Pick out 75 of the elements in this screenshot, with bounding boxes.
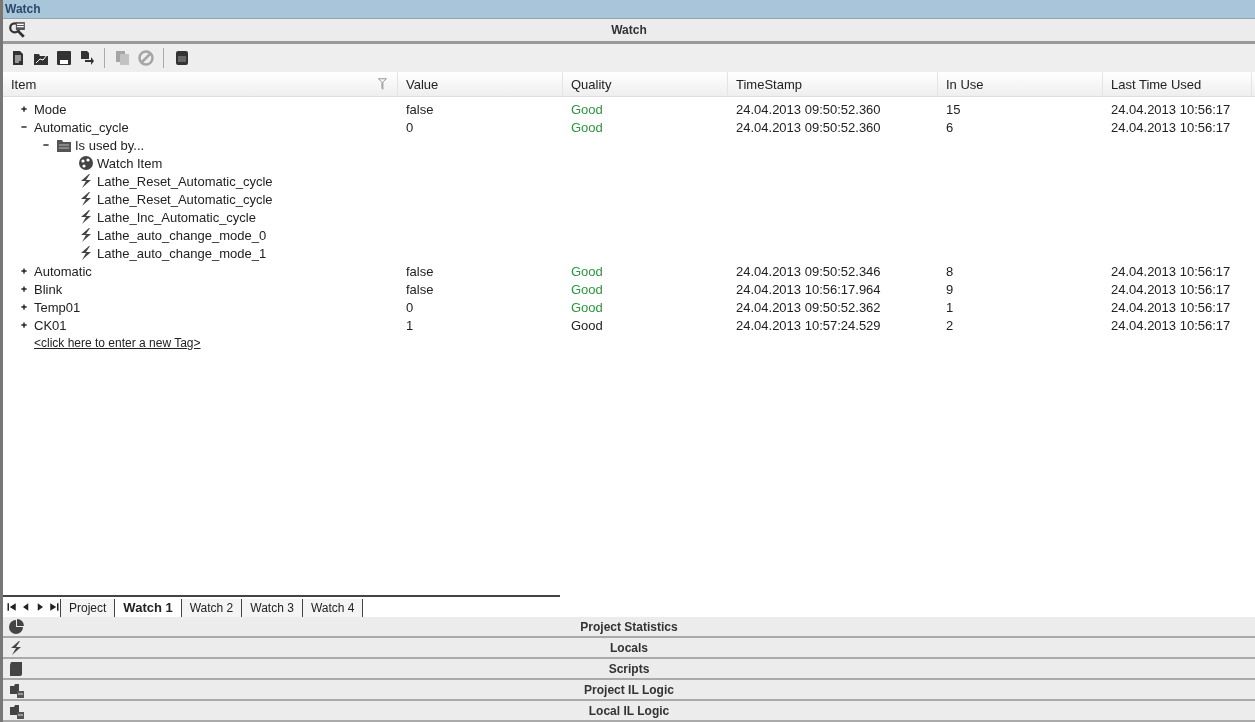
- sheet-tab[interactable]: Project: [60, 599, 116, 617]
- tree-item[interactable]: Watch Item: [97, 155, 163, 171]
- table-cell: 2: [946, 317, 954, 333]
- tree-item[interactable]: Is used by...: [75, 137, 145, 153]
- table-cell: 24.04.2013 09:50:52.360: [736, 101, 881, 117]
- table-cell: 9: [946, 281, 954, 297]
- panel-header[interactable]: Scripts: [3, 659, 1255, 680]
- tree-item[interactable]: Lathe_Reset_Automatic_cycle: [97, 173, 273, 189]
- table-cell: false: [406, 263, 434, 279]
- table-cell: 24.04.2013 09:50:52.360: [736, 119, 881, 135]
- tree-item[interactable]: CK01: [34, 317, 67, 333]
- copy-icon: [114, 50, 131, 66]
- tree-item[interactable]: Automatic: [34, 263, 92, 279]
- panel-title: Watch: [611, 23, 647, 37]
- table-cell: false: [406, 101, 434, 117]
- table-cell: Good: [571, 299, 603, 315]
- tree-item[interactable]: Automatic_cycle: [34, 119, 129, 135]
- table-cell: false: [406, 281, 434, 297]
- table-cell: Good: [571, 101, 603, 117]
- table-cell: 15: [946, 101, 961, 117]
- table-cell: Good: [571, 263, 603, 279]
- table-cell: Good: [571, 119, 603, 135]
- table-cell: 24.04.2013 10:56:17: [1111, 119, 1231, 135]
- tree-item[interactable]: Lathe_Inc_Automatic_cycle: [97, 209, 256, 225]
- palette-icon: [78, 155, 94, 171]
- table-cell: 1: [946, 299, 954, 315]
- table-cell: 1: [406, 317, 414, 333]
- panel-title: Local IL Logic: [588, 703, 670, 718]
- column-header[interactable]: In Use: [938, 72, 1103, 96]
- table-cell: 0: [406, 119, 414, 135]
- table-cell: 24.04.2013 10:56:17: [1111, 101, 1231, 117]
- panel-header[interactable]: Locals: [3, 638, 1255, 659]
- panel-title: Scripts: [608, 661, 650, 676]
- tree-item[interactable]: Mode: [34, 101, 67, 117]
- table-cell: 24.04.2013 10:56:17: [1111, 281, 1231, 297]
- last-icon[interactable]: [48, 600, 60, 614]
- table-cell: 8: [946, 263, 954, 279]
- table-cell: Good: [571, 281, 603, 297]
- new-tag-link[interactable]: <click here to enter a new Tag>: [34, 336, 201, 350]
- tree-item[interactable]: Lathe_auto_change_mode_0: [97, 227, 267, 243]
- panel-title: Locals: [610, 640, 648, 655]
- sheet-tab[interactable]: Watch 3: [241, 599, 303, 617]
- table-cell: Good: [571, 317, 603, 333]
- tree-item[interactable]: Lathe_auto_change_mode_1: [97, 245, 267, 261]
- table-cell: 24.04.2013 10:57:24.529: [736, 317, 881, 333]
- export-icon: [78, 50, 95, 66]
- tree-item[interactable]: Lathe_Reset_Automatic_cycle: [97, 191, 273, 207]
- filter-icon: [375, 77, 389, 91]
- sheet-tab[interactable]: Watch 2: [180, 599, 243, 617]
- cancel-icon: [137, 50, 154, 66]
- column-header[interactable]: Quality: [563, 72, 728, 96]
- panel-header[interactable]: Local IL Logic: [3, 701, 1255, 722]
- panel-title: Project IL Logic: [584, 682, 674, 697]
- table-cell: 24.04.2013 10:56:17: [1111, 299, 1231, 315]
- column-header[interactable]: Last Time Used: [1103, 72, 1252, 96]
- window-title: Watch: [3, 0, 1255, 19]
- column-header[interactable]: Item: [3, 72, 398, 96]
- first-icon[interactable]: [6, 600, 18, 614]
- panel-header[interactable]: Project IL Logic: [3, 680, 1255, 701]
- table-cell: 24.04.2013 09:50:52.362: [736, 299, 881, 315]
- tree-item[interactable]: Blink: [34, 281, 63, 297]
- column-header[interactable]: Value: [398, 72, 563, 96]
- table-cell: 24.04.2013 09:50:52.346: [736, 263, 881, 279]
- pie-chart-icon: [8, 619, 24, 635]
- table-cell: 24.04.2013 10:56:17: [1111, 317, 1231, 333]
- panel-header[interactable]: Project Statistics: [3, 617, 1255, 638]
- panel-title: Project Statistics: [580, 619, 678, 634]
- tree-item[interactable]: Temp01: [34, 299, 81, 315]
- table-cell: 0: [406, 299, 414, 315]
- sheet-tab[interactable]: Watch 4: [301, 599, 364, 617]
- table-cell: 6: [946, 119, 954, 135]
- table-cell: 24.04.2013 10:56:17: [1111, 263, 1231, 279]
- column-header[interactable]: TimeStamp: [728, 72, 938, 96]
- table-cell: 24.04.2013 10:56:17.964: [736, 281, 881, 297]
- save-icon: [55, 50, 72, 66]
